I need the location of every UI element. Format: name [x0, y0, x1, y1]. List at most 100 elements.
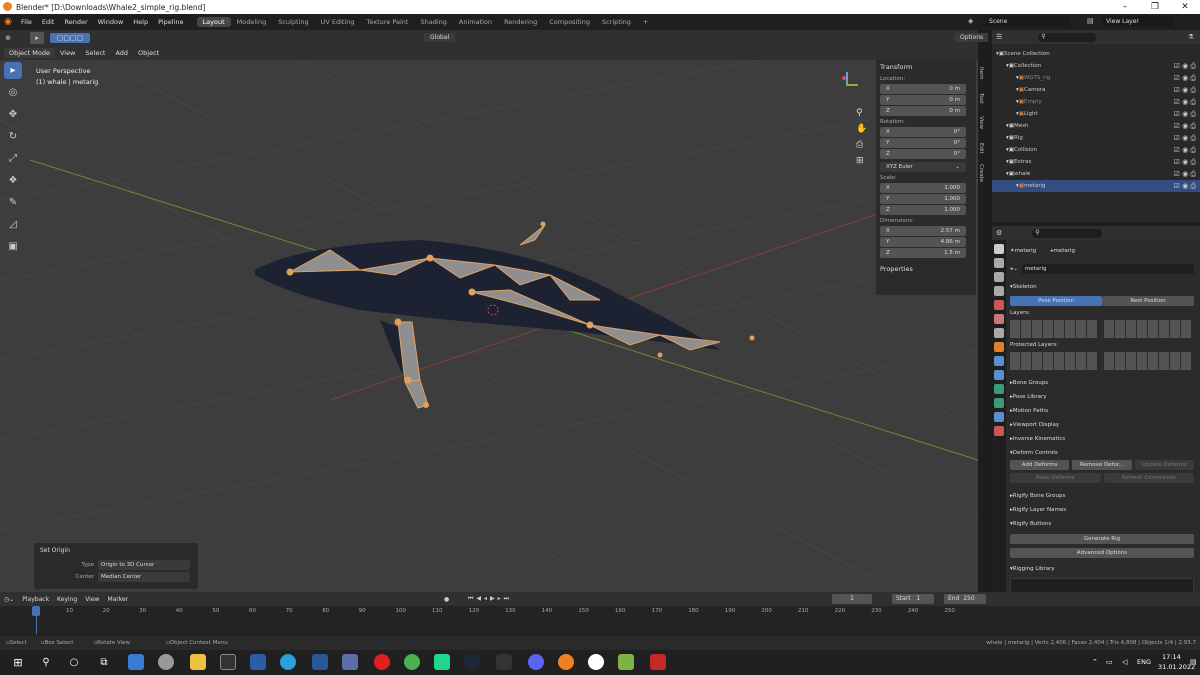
menu-edit[interactable]: Edit — [37, 18, 60, 26]
marker-menu[interactable]: Marker — [103, 596, 132, 603]
expand-arrow-icon[interactable]: ▾ — [992, 183, 1019, 189]
rotation-x-field[interactable]: X 0° — [880, 127, 966, 137]
pycharm-icon[interactable] — [434, 654, 450, 670]
inverse-kinematics-panel[interactable]: ▸ Inverse Kinematics — [1010, 432, 1194, 446]
playback-controls[interactable]: ⏮◀◂▶▸⏭ — [468, 595, 512, 603]
advanced-options-button[interactable]: Advanced Options — [1010, 548, 1194, 558]
maximize-button[interactable]: ❐ — [1140, 0, 1170, 14]
bone-tab-icon[interactable] — [994, 398, 1004, 408]
notifications-icon[interactable]: ▤ — [1190, 658, 1197, 666]
expand-arrow-icon[interactable]: ▾ — [992, 63, 1009, 69]
outliner-editor-icon[interactable]: ☰ — [996, 33, 1002, 41]
rotation-y-field[interactable]: Y 0° — [880, 138, 966, 148]
visibility-toggles[interactable]: ☑ ◉ ⎙ — [1174, 62, 1196, 71]
visibility-toggles[interactable]: ☑ ◉ ⎙ — [1174, 110, 1196, 119]
visibility-toggles[interactable]: ☑ ◉ ⎙ — [1174, 158, 1196, 167]
scale-z-field[interactable]: Z 1.000 — [880, 205, 966, 215]
properties-editor-icon[interactable]: ⚙ — [996, 229, 1002, 237]
blender-menu-icon[interactable]: ◉ — [0, 17, 16, 27]
tab-scripting[interactable]: Scripting — [596, 17, 637, 27]
visibility-toggles[interactable]: ☑ ◉ ⎙ — [1174, 74, 1196, 83]
filter-icon[interactable]: ⚗ — [1188, 33, 1194, 41]
network-icon[interactable]: ▭ — [1106, 658, 1113, 666]
select-box-tool-icon[interactable]: ▸ — [4, 62, 22, 79]
rigging-library-panel[interactable]: ▾ Rigging Library — [1010, 562, 1194, 576]
current-frame-field[interactable]: 1 — [832, 594, 872, 604]
outliner-row[interactable]: ▾ ▣ Collision ☑ ◉ ⎙ — [992, 144, 1200, 156]
ortho-grid-icon[interactable]: ⊞ — [856, 156, 864, 166]
rest-position-button[interactable]: Rest Position — [1102, 296, 1194, 306]
file-explorer-icon[interactable] — [190, 654, 206, 670]
transform-tool-icon[interactable]: ❖ — [4, 172, 22, 189]
timeline-ruler[interactable]: 10 20 30 40 50 60 70 80 90 100 110 120 130 140 150 160 1… — [0, 606, 1200, 616]
visibility-toggles[interactable]: ☑ ◉ ⎙ — [1174, 86, 1196, 95]
world-tab-icon[interactable] — [994, 314, 1004, 324]
camera-view-icon[interactable]: ⎙ — [856, 140, 863, 150]
object-menu[interactable]: Object — [133, 48, 164, 58]
origin-center-dropdown[interactable]: Median Center — [98, 572, 190, 582]
epic-games-icon[interactable] — [496, 654, 512, 670]
discord-icon[interactable] — [528, 654, 544, 670]
tab-rendering[interactable]: Rendering — [498, 17, 543, 27]
skeleton-panel-header[interactable]: ▾ Skeleton — [1010, 280, 1194, 294]
chrome-icon[interactable] — [404, 654, 420, 670]
select-menu[interactable]: Select — [80, 48, 110, 58]
outliner-row[interactable]: ▾ ▣ Empty ☑ ◉ ⎙ — [992, 96, 1200, 108]
select-mode-icons[interactable]: ▢▢▢▢ — [50, 33, 90, 43]
volume-icon[interactable]: ◁ — [1122, 658, 1127, 666]
outliner-row[interactable]: ▾ ▣ Collection ☑ ◉ ⎙ — [992, 60, 1200, 72]
expand-arrow-icon[interactable]: ▾ — [992, 87, 1019, 93]
protected-layers-grid[interactable] — [1010, 352, 1194, 370]
rotation-mode-dropdown[interactable]: XYZ Euler ⌄ — [880, 162, 966, 172]
task-view-icon[interactable]: ⧉ — [96, 654, 112, 670]
viewport-display-panel[interactable]: ▸ Viewport Display — [1010, 418, 1194, 432]
powershell-icon[interactable] — [250, 654, 266, 670]
expand-arrow-icon[interactable]: ▾ — [992, 147, 1009, 153]
bone-groups-panel[interactable]: ▸ Bone Groups — [1010, 376, 1194, 390]
texture-tab-icon[interactable] — [994, 426, 1004, 436]
generate-rig-button[interactable]: Generate Rig — [1010, 534, 1194, 544]
collection-tab-icon[interactable] — [994, 328, 1004, 338]
view-layer-tab-icon[interactable] — [994, 286, 1004, 296]
visibility-toggles[interactable]: ☑ ◉ ⎙ — [1174, 122, 1196, 131]
expand-arrow-icon[interactable]: ▾ — [992, 99, 1019, 105]
add-workspace-icon[interactable]: + — [637, 17, 654, 27]
dimensions-y-field[interactable]: Y 4.86 m — [880, 237, 966, 247]
pan-hand-icon[interactable]: ✋ — [856, 124, 867, 134]
rigify-bone-groups-panel[interactable]: ▸ Rigify Bone Groups — [1010, 489, 1194, 503]
deform-controls-panel[interactable]: ▾ Deform Controls — [1010, 446, 1194, 460]
tab-texture-paint[interactable]: Texture Paint — [361, 17, 415, 27]
options-button[interactable]: Options — [955, 33, 989, 42]
set-origin-title[interactable]: Set Origin — [34, 543, 198, 558]
tray-chevron-icon[interactable]: ⌃ — [1092, 658, 1098, 666]
expand-arrow-icon[interactable]: ▾ — [992, 159, 1009, 165]
search-icon[interactable]: ⚲ — [38, 654, 54, 670]
scene-selector[interactable]: Scene — [986, 16, 1070, 27]
steam-icon[interactable] — [464, 654, 480, 670]
outliner-row[interactable]: ▾ ▣ Extras ☑ ◉ ⎙ — [992, 156, 1200, 168]
notepad-icon[interactable] — [618, 654, 634, 670]
outliner-row[interactable]: ▾ ▣ whale ☑ ◉ ⎙ — [992, 168, 1200, 180]
outliner-row[interactable]: ▾ ▣ Scene Collection — [992, 48, 1200, 60]
minimize-button[interactable]: – — [1110, 0, 1140, 14]
outliner-row[interactable]: ▾ ▣ metarig ☑ ◉ ⎙ — [992, 180, 1200, 192]
add-cube-tool-icon[interactable]: ▣ — [4, 238, 22, 255]
rotation-z-field[interactable]: Z 0° — [880, 149, 966, 159]
language-indicator[interactable]: ENG — [1137, 658, 1151, 666]
scene-tab-icon[interactable] — [994, 300, 1004, 310]
playhead[interactable] — [32, 606, 40, 616]
cursor-tool-icon[interactable]: ◎ — [4, 84, 22, 101]
physics-tab-icon[interactable] — [994, 370, 1004, 380]
select-tool-icon[interactable]: ▸ — [30, 32, 44, 44]
modifier-tab-icon[interactable] — [994, 356, 1004, 366]
outliner-row[interactable]: ▾ ▣ Camera ☑ ◉ ⎙ — [992, 84, 1200, 96]
calculator-icon[interactable] — [342, 654, 358, 670]
scale-tool-icon[interactable]: ⤢ — [4, 150, 22, 167]
rotate-tool-icon[interactable]: ↻ — [4, 128, 22, 145]
outliner-search-input[interactable]: ⚲ — [1038, 32, 1097, 42]
rigify-layer-names-panel[interactable]: ▸ Rigify Layer Names — [1010, 503, 1194, 517]
move-tool-icon[interactable]: ✥ — [4, 106, 22, 123]
clock-time[interactable]: 17:14 — [1162, 653, 1181, 661]
transform-header[interactable]: Transform — [876, 60, 976, 74]
tab-tool[interactable]: Tool — [978, 87, 984, 109]
